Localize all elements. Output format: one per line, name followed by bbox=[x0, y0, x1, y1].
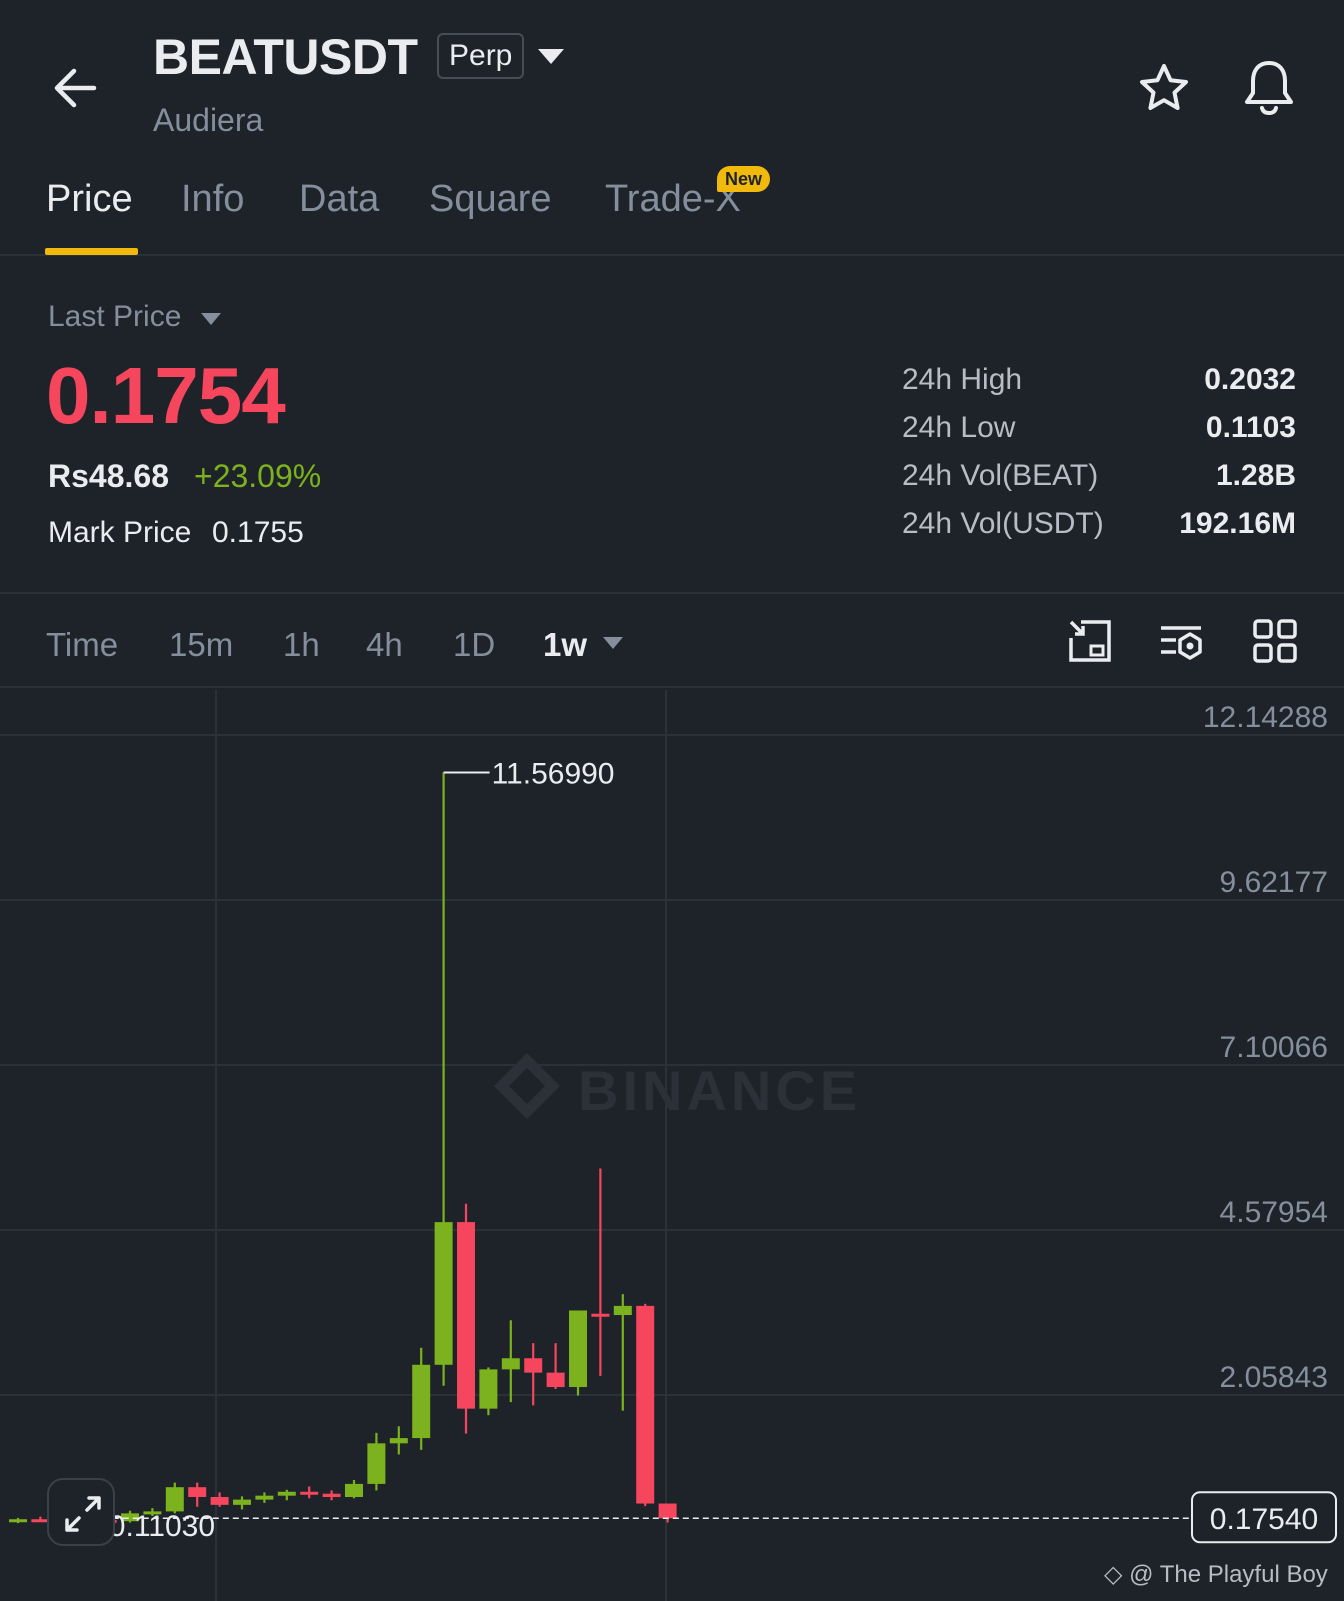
stat-value-high: 0.2032 bbox=[1204, 363, 1296, 396]
interval-1d[interactable]: 1D bbox=[453, 626, 495, 664]
arrow-left-icon[interactable] bbox=[48, 60, 104, 116]
interval-1h[interactable]: 1h bbox=[283, 626, 320, 664]
stat-label-low: 24h Low bbox=[902, 411, 1016, 444]
candle-body bbox=[613, 1305, 632, 1316]
candle-body bbox=[546, 1372, 565, 1388]
candle-body bbox=[233, 1499, 251, 1505]
tab-square[interactable]: Square bbox=[429, 178, 552, 221]
candle-body bbox=[165, 1487, 184, 1512]
y-tick-label: 4.57954 bbox=[1220, 1196, 1328, 1229]
candlestick-chart[interactable]: 12.14288 9.62177 7.10066 4.57954 2.05843 BIN… bbox=[0, 690, 1344, 1601]
candle-body bbox=[277, 1491, 296, 1496]
candle-body bbox=[300, 1491, 319, 1495]
candle-body bbox=[591, 1313, 610, 1317]
bell-icon[interactable] bbox=[1242, 58, 1296, 116]
interval-time[interactable]: Time bbox=[46, 626, 118, 664]
candle-body bbox=[367, 1443, 386, 1484]
interval-15m[interactable]: 15m bbox=[169, 626, 233, 664]
token-name: Audiera bbox=[153, 102, 264, 138]
chevron-down-icon[interactable] bbox=[538, 49, 564, 64]
candle-body bbox=[457, 1222, 475, 1409]
y-tick-label: 2.05843 bbox=[1220, 1361, 1328, 1394]
candle-body bbox=[434, 1222, 453, 1365]
expand-chart-button[interactable] bbox=[47, 1478, 115, 1546]
tab-data[interactable]: Data bbox=[299, 178, 379, 221]
interval-4h[interactable]: 4h bbox=[366, 626, 403, 664]
stat-label-vol-usdt: 24h Vol(USDT) bbox=[902, 507, 1104, 540]
stat-value-low: 0.1103 bbox=[1205, 411, 1296, 444]
stat-value-vol-usdt: 192.16M bbox=[1179, 507, 1296, 540]
candle-body bbox=[9, 1519, 27, 1523]
caret-down-icon[interactable] bbox=[201, 313, 221, 325]
high-marker-label: 11.56990 bbox=[492, 758, 615, 791]
star-icon[interactable] bbox=[1138, 62, 1190, 114]
candle-body bbox=[524, 1358, 543, 1373]
candle-body bbox=[412, 1364, 431, 1439]
candle-body bbox=[255, 1495, 274, 1500]
y-tick-label: 9.62177 bbox=[1220, 866, 1328, 899]
active-tab-indicator bbox=[45, 248, 138, 255]
price-summary: Last Price 0.1754 Rs48.68 +23.09% Mark P… bbox=[0, 258, 1344, 594]
mark-price-label: Mark Price bbox=[48, 516, 192, 549]
tab-bar: Price Info Data Square Trade-X bbox=[0, 160, 1344, 256]
candle-body bbox=[658, 1503, 677, 1519]
stat-label-vol-beat: 24h Vol(BEAT) bbox=[902, 459, 1099, 492]
y-tick-label: 7.10066 bbox=[1220, 1031, 1328, 1064]
candle-body bbox=[479, 1369, 498, 1409]
caret-down-icon[interactable] bbox=[603, 637, 623, 649]
chart-settings-icon[interactable] bbox=[1067, 618, 1113, 664]
tab-info[interactable]: Info bbox=[181, 178, 244, 221]
binance-logo-icon bbox=[494, 1053, 560, 1119]
mark-price-value: 0.1755 bbox=[212, 516, 304, 549]
stat-label-high: 24h High bbox=[902, 363, 1023, 396]
last-price-selector[interactable]: Last Price bbox=[48, 300, 181, 334]
candle-body bbox=[636, 1305, 655, 1504]
interval-bar: Time 15m 1h 4h 1D 1w bbox=[0, 596, 1344, 688]
tab-price[interactable]: Price bbox=[46, 178, 133, 221]
contract-type-badge: Perp bbox=[437, 33, 525, 79]
stat-value-vol-beat: 1.28B bbox=[1215, 459, 1296, 492]
watermark-credit: ◇ @ The Playful Boy bbox=[1104, 1561, 1328, 1588]
candle-body bbox=[569, 1310, 587, 1388]
candle-body bbox=[345, 1483, 363, 1497]
current-price-label: 0.17540 bbox=[1210, 1503, 1318, 1536]
candle-body bbox=[389, 1438, 408, 1444]
candle-body bbox=[322, 1493, 341, 1497]
grid-layout-icon[interactable] bbox=[1252, 618, 1298, 664]
price-change-percent: +23.09% bbox=[194, 458, 322, 494]
exchange-watermark: BINANCE bbox=[578, 1059, 861, 1122]
low-marker-label: 0.11030 bbox=[109, 1510, 215, 1543]
candle-body bbox=[188, 1487, 207, 1497]
interval-1w[interactable]: 1w bbox=[543, 626, 587, 664]
fiat-price: Rs48.68 bbox=[48, 458, 169, 494]
candle-body bbox=[501, 1358, 520, 1370]
candle-body bbox=[210, 1496, 229, 1505]
header: BEATUSDT Perp Audiera bbox=[0, 0, 1344, 160]
symbol-title[interactable]: BEATUSDT bbox=[153, 28, 418, 86]
new-badge: New bbox=[717, 166, 771, 192]
last-price-value: 0.1754 bbox=[46, 351, 286, 440]
expand-icon bbox=[65, 1496, 101, 1532]
indicator-settings-icon[interactable] bbox=[1158, 618, 1204, 664]
y-tick-label: 12.14288 bbox=[1203, 701, 1328, 734]
